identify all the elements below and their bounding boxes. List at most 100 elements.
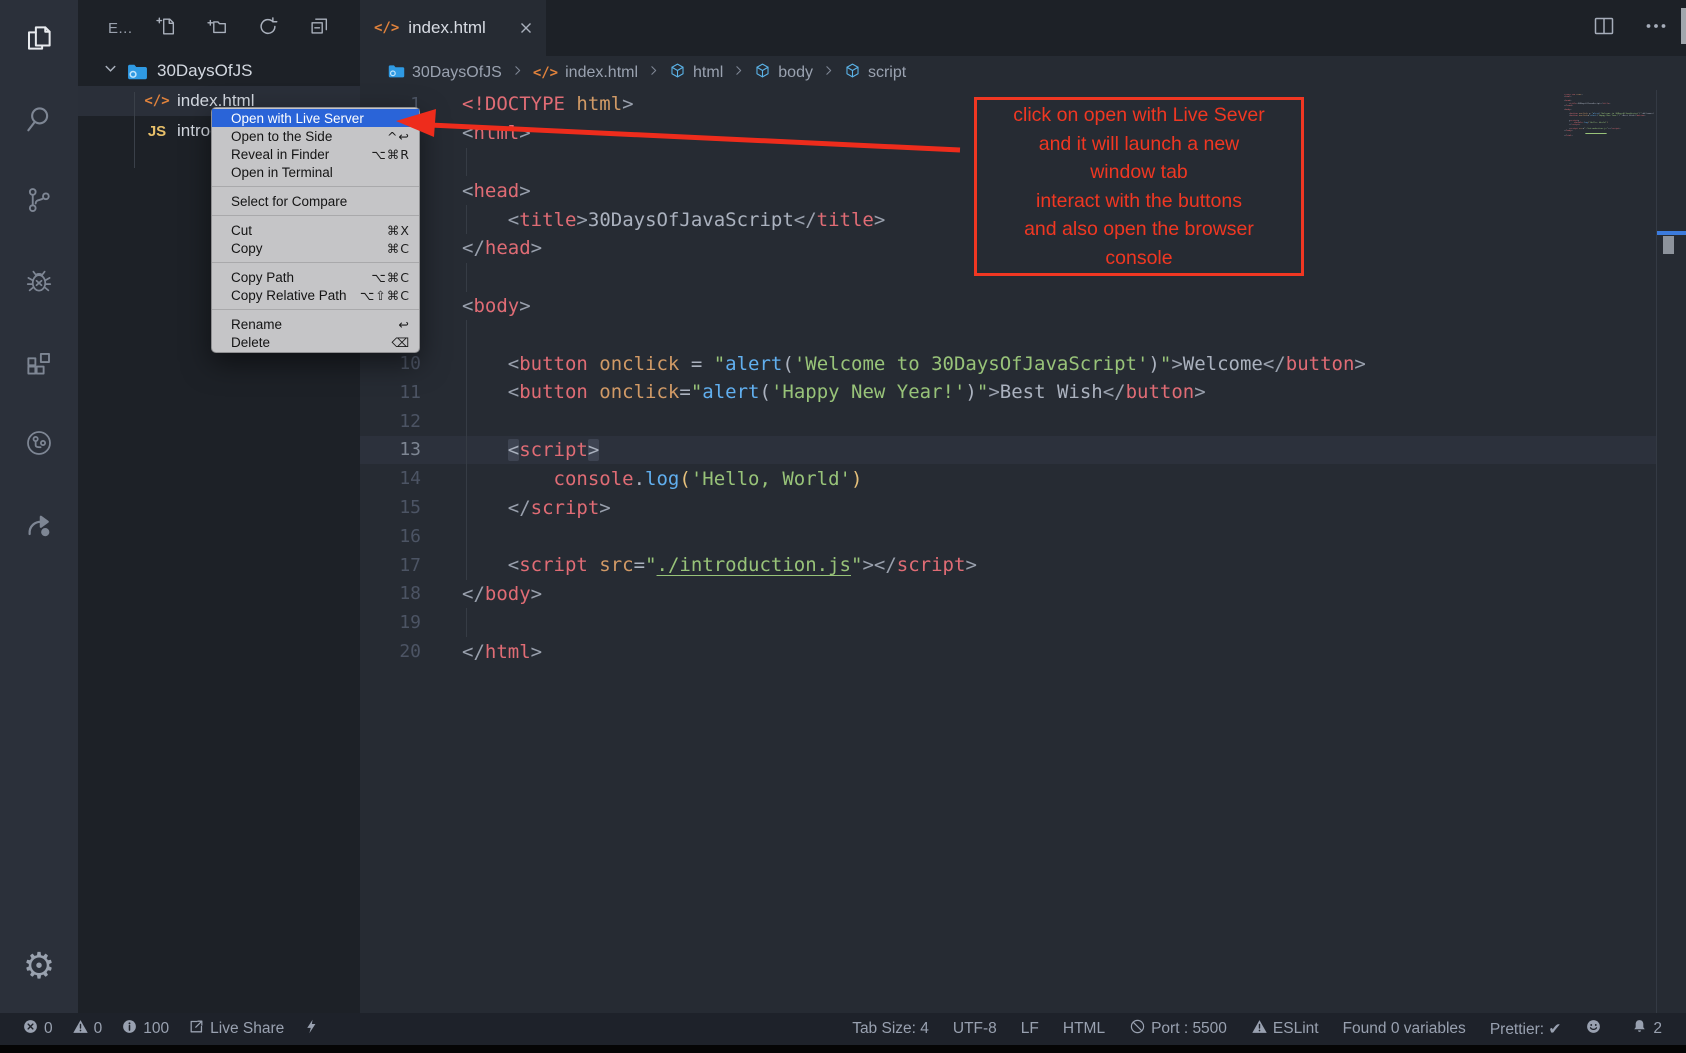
status-item-100[interactable]: 100 (121, 1018, 169, 1040)
minimap[interactable]: <!DOCTYPE html><html><head> <title>30Day… (1564, 94, 1654, 137)
code-line-13[interactable]: 13 <script> (360, 436, 1656, 465)
indent-guide (466, 493, 467, 522)
indent-guide (466, 407, 467, 436)
menu-item-label: Open with Live Server (231, 111, 364, 126)
menu-separator (212, 262, 419, 263)
annotation-line: and also open the browser (977, 215, 1301, 244)
code-line-20[interactable]: 20</html> (360, 637, 1656, 666)
folder-row-30daysofjs[interactable]: 30DaysOfJS (78, 56, 360, 86)
code-line-14[interactable]: 14 console.log('Hello, World') (360, 464, 1656, 493)
annotation-line: and it will launch a new (977, 130, 1301, 159)
new-file-icon[interactable] (155, 15, 177, 42)
activity-item-live-share[interactable] (0, 500, 78, 552)
menu-item-copy-relative-path[interactable]: Copy Relative Path⌥⇧⌘C (212, 286, 419, 304)
code-line-18[interactable]: 18</body> (360, 580, 1656, 609)
settings-gear-icon[interactable]: ⚙ (0, 940, 78, 992)
menu-item-copy-path[interactable]: Copy Path⌥⌘C (212, 268, 419, 286)
breadcrumb-item-index-html[interactable]: </>index.html (533, 64, 638, 82)
line-number: 17 (360, 555, 421, 576)
status-item-eslint[interactable]: ESLint (1251, 1018, 1319, 1040)
indent-guide (466, 522, 467, 551)
activity-item-extensions[interactable] (0, 338, 78, 390)
status-item-prettier[interactable]: Prettier: ✔ (1490, 1020, 1562, 1039)
new-folder-icon[interactable] (206, 15, 228, 42)
tab-index-html[interactable]: </> index.html (360, 0, 546, 56)
collapse-all-icon[interactable] (308, 15, 330, 42)
status-label: Tab Size: 4 (852, 1020, 929, 1038)
code-line-11[interactable]: 11 <button onclick="alert('Happy New Yea… (360, 378, 1656, 407)
indent-guide (466, 349, 467, 378)
scrollbar-handle[interactable] (1663, 236, 1674, 254)
more-actions-icon[interactable] (1644, 14, 1668, 43)
menu-item-reveal-in-finder[interactable]: Reveal in Finder⌥⌘R (212, 145, 419, 163)
status-item-2[interactable]: 2 (1631, 1018, 1662, 1040)
context-menu: Open with Live ServerOpen to the Side^↩R… (211, 107, 420, 353)
symbol-cube-icon (669, 62, 686, 84)
js-file-icon: JS (144, 123, 170, 140)
activity-item-source-control[interactable] (0, 176, 78, 228)
code-line-9[interactable]: 9 (360, 320, 1656, 349)
tab-label: index.html (408, 18, 485, 38)
status-item-0[interactable]: 0 (22, 1018, 53, 1040)
indent-guide (466, 551, 467, 580)
status-item-smiley[interactable] (1585, 1018, 1607, 1040)
status-item-0[interactable]: 0 (72, 1018, 103, 1040)
blocked-icon (1129, 1018, 1146, 1040)
status-item-utf-8[interactable]: UTF-8 (953, 1020, 997, 1038)
close-tab-icon[interactable] (518, 20, 534, 36)
activity-item-explorer[interactable] (0, 14, 78, 66)
extensions-icon (24, 347, 54, 382)
status-item-html[interactable]: HTML (1063, 1020, 1105, 1038)
menu-item-label: Rename (231, 317, 282, 332)
activity-item-search[interactable] (0, 95, 78, 147)
status-label: Live Share (210, 1020, 284, 1038)
menu-item-cut[interactable]: Cut⌘X (212, 221, 419, 239)
tab-bar: </> index.html (360, 0, 1686, 56)
html-file-icon: </> (144, 93, 170, 109)
code-line-19[interactable]: 19 (360, 608, 1656, 637)
menu-item-open-to-the-side[interactable]: Open to the Side^↩ (212, 127, 419, 145)
breadcrumb-item-html[interactable]: html (669, 62, 723, 84)
live-share-icon (24, 509, 54, 544)
indent-guide (466, 205, 467, 234)
menu-item-label: Copy Path (231, 270, 294, 285)
window-bottom-edge (0, 1045, 1686, 1053)
menu-item-label: Select for Compare (231, 194, 347, 209)
status-item-tab-size-4[interactable]: Tab Size: 4 (852, 1020, 929, 1038)
menu-item-rename[interactable]: Rename↩ (212, 315, 419, 333)
menu-item-open-in-terminal[interactable]: Open in Terminal (212, 163, 419, 181)
status-item-lf[interactable]: LF (1021, 1020, 1039, 1038)
menu-item-shortcut: ⌫ (391, 335, 410, 350)
split-editor-icon[interactable] (1592, 14, 1616, 43)
status-item-port-5500[interactable]: Port : 5500 (1129, 1018, 1227, 1040)
code-line-12[interactable]: 12 (360, 407, 1656, 436)
menu-item-shortcut: ^↩ (387, 129, 410, 144)
menu-item-open-with-live-server[interactable]: Open with Live Server (212, 109, 419, 127)
status-item-found-0-variables[interactable]: Found 0 variables (1343, 1020, 1466, 1038)
code-line-15[interactable]: 15 </script> (360, 493, 1656, 522)
menu-item-shortcut: ⌥⌘R (371, 147, 410, 162)
line-number: 11 (360, 382, 421, 403)
run-debug-icon (24, 266, 54, 301)
indent-guide (466, 464, 467, 493)
breadcrumb-item-30daysofjs[interactable]: 30DaysOfJS (388, 64, 502, 83)
menu-item-copy[interactable]: Copy⌘C (212, 239, 419, 257)
breadcrumb-separator-icon (647, 64, 660, 82)
code-line-10[interactable]: 10 <button onclick = "alert('Welcome to … (360, 349, 1656, 378)
code-line-8[interactable]: 8<body> (360, 292, 1656, 321)
code-line-16[interactable]: 16 (360, 522, 1656, 551)
breadcrumb-item-body[interactable]: body (754, 62, 813, 84)
activity-item-run-debug[interactable] (0, 257, 78, 309)
activity-item-remote-explorer[interactable] (0, 419, 78, 471)
breadcrumb-item-script[interactable]: script (844, 62, 906, 84)
annotation-line: click on open with Live Sever (977, 101, 1301, 130)
menu-item-delete[interactable]: Delete⌫ (212, 333, 419, 351)
refresh-icon[interactable] (257, 15, 279, 42)
breadcrumb-label: index.html (565, 64, 638, 82)
status-item-zap[interactable] (303, 1018, 325, 1040)
code-line-17[interactable]: 17 <script src="./introduction.js"></scr… (360, 551, 1656, 580)
line-number: 16 (360, 526, 421, 547)
menu-item-label: Copy Relative Path (231, 288, 347, 303)
menu-item-select-for-compare[interactable]: Select for Compare (212, 192, 419, 210)
status-item-live-share[interactable]: Live Share (188, 1018, 284, 1040)
